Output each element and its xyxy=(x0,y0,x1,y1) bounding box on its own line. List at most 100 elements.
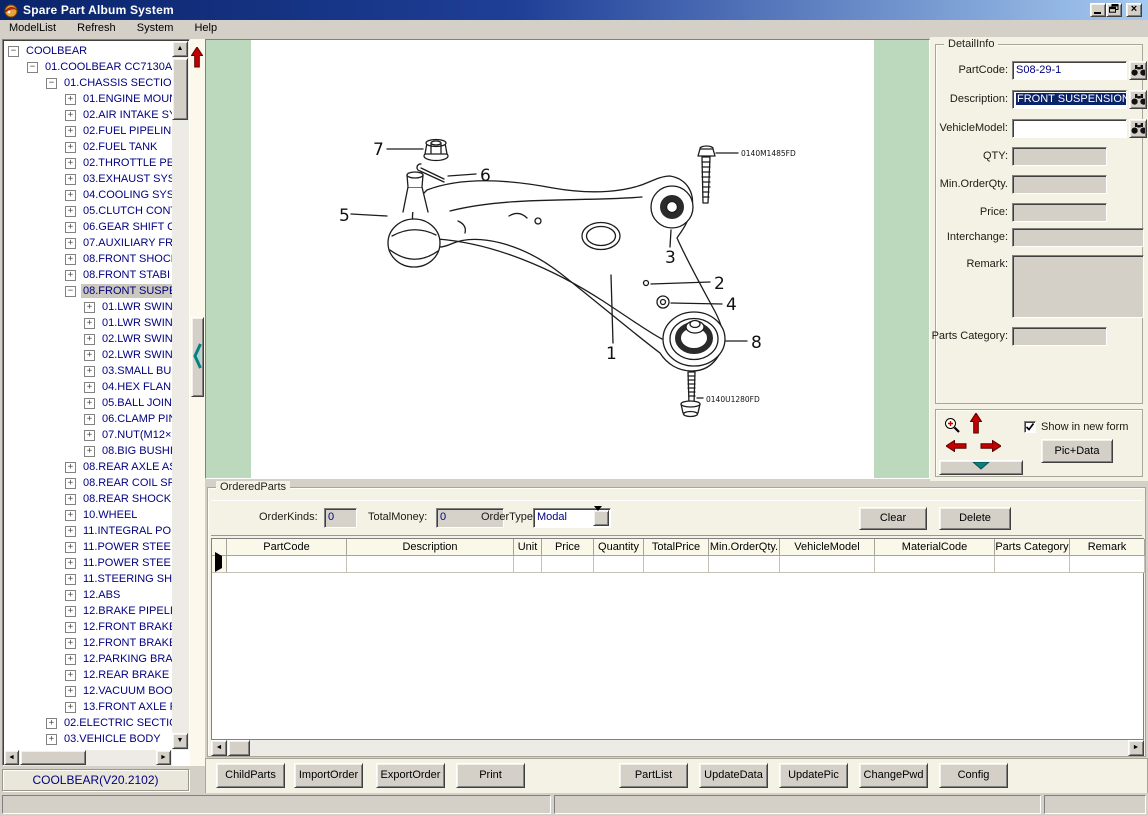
scroll-left-button[interactable]: ◄ xyxy=(4,750,19,765)
pan-left-icon[interactable] xyxy=(946,440,967,452)
tree-item[interactable]: +13.FRONT AXLE F xyxy=(65,699,172,715)
tree-item[interactable]: +06.CLAMP PIN xyxy=(84,411,172,427)
tree-item[interactable]: +11.POWER STEE xyxy=(65,555,172,571)
expand-icon[interactable]: + xyxy=(65,462,76,473)
tree-item[interactable]: +11.POWER STEE xyxy=(65,539,172,555)
tree-item[interactable]: −08.FRONT SUSPE xyxy=(65,283,172,299)
clear-button[interactable]: Clear xyxy=(859,507,927,530)
exportorder-button[interactable]: ExportOrder xyxy=(376,763,445,788)
table-cell[interactable] xyxy=(709,556,780,573)
menu-refresh[interactable]: Refresh xyxy=(68,20,125,37)
table-cell[interactable] xyxy=(995,556,1070,573)
tree-item[interactable]: +04.COOLING SYS xyxy=(65,187,172,203)
expand-icon[interactable]: + xyxy=(65,542,76,553)
tree-item[interactable]: −01.CHASSIS SECTION xyxy=(46,75,172,91)
tree-item[interactable]: +02.LWR SWIN xyxy=(84,347,172,363)
ordertype-dropdown[interactable]: Modal xyxy=(533,508,611,528)
table-cell[interactable] xyxy=(1070,556,1145,573)
expand-icon[interactable]: + xyxy=(84,446,95,457)
importorder-button[interactable]: ImportOrder xyxy=(294,763,363,788)
expand-icon[interactable]: + xyxy=(84,382,95,393)
expand-icon[interactable]: + xyxy=(65,686,76,697)
zoom-icon[interactable] xyxy=(944,417,961,434)
scroll-left-button[interactable]: ◄ xyxy=(211,740,227,756)
tree-item[interactable]: +02.THROTTLE PE xyxy=(65,155,172,171)
tree-item[interactable]: +01.ENGINE MOUN xyxy=(65,91,172,107)
show-in-new-form-checkbox[interactable] xyxy=(1024,421,1036,433)
column-header[interactable]: PartCode xyxy=(227,539,347,556)
expand-icon[interactable]: + xyxy=(65,558,76,569)
column-header[interactable]: Unit xyxy=(514,539,542,556)
table-cell[interactable] xyxy=(514,556,542,573)
expand-icon[interactable]: + xyxy=(46,718,57,729)
scroll-down-button[interactable]: ▼ xyxy=(172,733,188,749)
tree-item[interactable]: +05.CLUTCH CONT xyxy=(65,203,172,219)
tree-item[interactable]: +08.REAR AXLE AS xyxy=(65,459,172,475)
tree-item[interactable]: +07.NUT(M12× xyxy=(84,427,172,443)
table-cell[interactable] xyxy=(875,556,995,573)
expand-icon[interactable]: + xyxy=(65,126,76,137)
expand-icon[interactable]: + xyxy=(65,670,76,681)
expand-icon[interactable]: + xyxy=(65,142,76,153)
childparts-button[interactable]: ChildParts xyxy=(216,763,285,788)
collapse-icon[interactable]: − xyxy=(46,78,57,89)
expand-icon[interactable]: + xyxy=(46,734,57,745)
menu-system[interactable]: System xyxy=(128,20,183,37)
column-header[interactable]: MaterialCode xyxy=(875,539,995,556)
print-button[interactable]: Print xyxy=(456,763,525,788)
partlist-button[interactable]: PartList xyxy=(619,763,688,788)
column-header[interactable]: Price xyxy=(542,539,594,556)
table-cell[interactable] xyxy=(644,556,709,573)
tree-horizontal-scrollbar[interactable]: ◄ ► xyxy=(4,750,172,766)
expand-icon[interactable]: + xyxy=(65,638,76,649)
expand-icon[interactable]: + xyxy=(65,190,76,201)
scroll-right-button[interactable]: ► xyxy=(1128,740,1144,756)
tree-item[interactable]: +02.FUEL PIPELINI xyxy=(65,123,172,139)
expand-icon[interactable]: + xyxy=(84,414,95,425)
expand-icon[interactable]: + xyxy=(84,350,95,361)
tree-item[interactable]: +01.LWR SWIN xyxy=(84,299,172,315)
tree-item[interactable]: +08.FRONT SHOCK xyxy=(65,251,172,267)
scroll-up-button[interactable]: ▲ xyxy=(172,41,188,57)
changepwd-button[interactable]: ChangePwd xyxy=(859,763,928,788)
collapse-icon[interactable]: − xyxy=(8,46,19,57)
collapse-icon[interactable]: − xyxy=(65,286,76,297)
tree-item[interactable]: +12.BRAKE PIPELI xyxy=(65,603,172,619)
collapse-icon[interactable]: − xyxy=(27,62,38,73)
tree-item[interactable]: +08.REAR SHOCK xyxy=(65,491,172,507)
partcode-field[interactable]: S08-29-1 xyxy=(1012,61,1127,80)
menu-modellist[interactable]: ModelList xyxy=(0,20,65,37)
column-header[interactable]: VehicleModel xyxy=(780,539,875,556)
expand-icon[interactable]: + xyxy=(65,94,76,105)
expand-icon[interactable]: + xyxy=(65,510,76,521)
tree-item[interactable]: +02.FUEL TANK xyxy=(65,139,159,155)
partcode-find-button[interactable] xyxy=(1129,61,1147,80)
expand-icon[interactable]: + xyxy=(65,606,76,617)
tree-item[interactable]: +03.SMALL BU xyxy=(84,363,172,379)
tree-item[interactable]: +12.VACUUM BOO xyxy=(65,683,172,699)
tree-item[interactable]: +12.FRONT BRAKE xyxy=(65,619,172,635)
column-header[interactable]: TotalPrice xyxy=(644,539,709,556)
scroll-right-button[interactable]: ► xyxy=(156,750,171,765)
scroll-thumb[interactable] xyxy=(228,740,250,756)
column-header[interactable]: Description xyxy=(347,539,514,556)
tree-item[interactable]: +02.ELECTRIC SECTIC xyxy=(46,715,172,731)
tree-item[interactable]: +11.STEERING SH xyxy=(65,571,172,587)
updatedata-button[interactable]: UpdateData xyxy=(699,763,768,788)
tree-item[interactable]: +11.INTEGRAL PO xyxy=(65,523,172,539)
expand-icon[interactable]: + xyxy=(65,574,76,585)
pan-right-icon[interactable] xyxy=(980,440,1001,452)
tree-item[interactable]: +08.BIG BUSHI xyxy=(84,443,172,459)
updatepic-button[interactable]: UpdatePic xyxy=(779,763,848,788)
column-header[interactable]: Parts Category xyxy=(995,539,1070,556)
config-button[interactable]: Config xyxy=(939,763,1008,788)
collapse-tree-button[interactable] xyxy=(191,317,204,397)
table-cell[interactable] xyxy=(227,556,347,573)
tree-item[interactable]: +10.WHEEL xyxy=(65,507,139,523)
expand-icon[interactable]: + xyxy=(65,158,76,169)
expand-icon[interactable]: + xyxy=(65,110,76,121)
pic-data-button[interactable]: Pic+Data xyxy=(1041,439,1113,463)
column-header[interactable]: Quantity xyxy=(594,539,644,556)
tree-item[interactable]: −01.COOLBEAR CC7130AN xyxy=(27,59,172,75)
expand-icon[interactable]: + xyxy=(65,174,76,185)
